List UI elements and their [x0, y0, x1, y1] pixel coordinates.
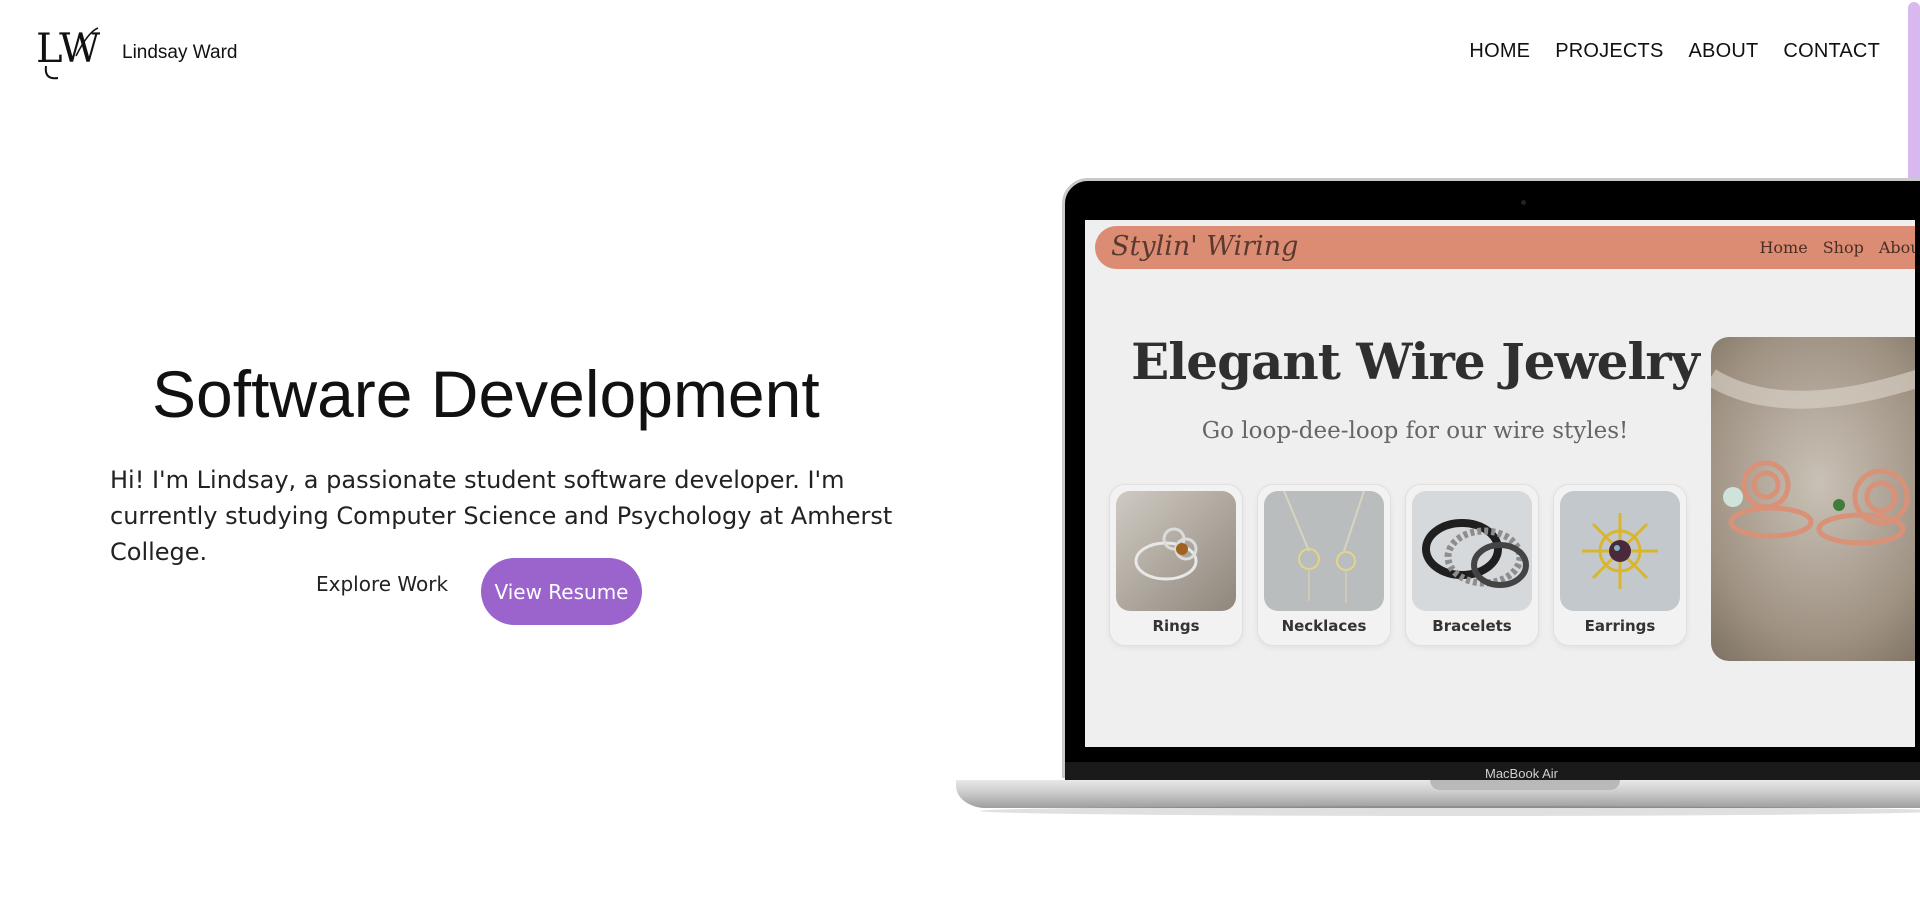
nav-link-contact[interactable]: CONTACT	[1783, 40, 1880, 62]
necklace-image	[1264, 491, 1384, 611]
bracelet-image	[1412, 491, 1532, 611]
nav-link-projects[interactable]: PROJECTS	[1555, 40, 1663, 62]
explore-work-button[interactable]: Explore Work	[316, 572, 448, 596]
mockup-subtitle: Go loop-dee-loop for our wire styles!	[1201, 418, 1629, 444]
category-label-bracelets: Bracelets	[1432, 617, 1512, 635]
nav-item-projects: PROJECTS	[1555, 40, 1663, 63]
mockup-navbar: Stylin' Wiring Home Shop About	[1095, 226, 1915, 269]
main-nav: HOME PROJECTS ABOUT CONTACT	[1469, 40, 1880, 63]
ring-image	[1116, 491, 1236, 611]
nav-link-about[interactable]: ABOUT	[1689, 40, 1759, 62]
category-label-earrings: Earrings	[1584, 617, 1656, 635]
category-label-rings: Rings	[1152, 617, 1200, 635]
nav-item-contact: CONTACT	[1783, 40, 1880, 63]
category-label-necklaces: Necklaces	[1281, 617, 1367, 635]
mockup-category-cards: Rings Necklaces Bracelets Earrings	[1109, 484, 1687, 646]
laptop-shadow	[980, 806, 1920, 816]
mockup-brand: Stylin' Wiring	[1111, 231, 1299, 262]
laptop-notch	[1430, 780, 1620, 790]
hero-title: Software Development	[152, 357, 820, 431]
view-resume-button[interactable]: View Resume	[481, 558, 642, 625]
nav-item-home: HOME	[1469, 40, 1530, 63]
earring-image	[1560, 491, 1680, 611]
laptop-camera	[1521, 200, 1526, 205]
laptop-model-label: MacBook Air	[1485, 766, 1558, 781]
mockup-nav-about: About	[1878, 238, 1915, 257]
category-card-earrings: Earrings	[1553, 484, 1687, 646]
laptop-screen: Stylin' Wiring Home Shop About Elegant W…	[1085, 220, 1915, 747]
portfolio-page: LW Lindsay Ward HOME PROJECTS ABOUT CONT…	[0, 0, 1920, 905]
nav-link-home[interactable]: HOME	[1469, 40, 1530, 62]
mockup-nav-home: Home	[1759, 238, 1808, 257]
category-card-necklaces: Necklaces	[1257, 484, 1391, 646]
category-card-rings: Rings	[1109, 484, 1243, 646]
featured-rings-photo	[1711, 337, 1915, 661]
mockup-title: Elegant Wire Jewelry	[1131, 332, 1700, 391]
lw-logo[interactable]: LW	[36, 26, 100, 84]
nav-item-about: ABOUT	[1689, 40, 1759, 63]
mockup-nav-shop: Shop	[1822, 238, 1864, 257]
site-name[interactable]: Lindsay Ward	[122, 42, 237, 64]
mockup-nav-links: Home Shop About	[1759, 238, 1915, 257]
hero-intro: Hi! I'm Lindsay, a passionate student so…	[110, 466, 893, 566]
category-card-bracelets: Bracelets	[1405, 484, 1539, 646]
